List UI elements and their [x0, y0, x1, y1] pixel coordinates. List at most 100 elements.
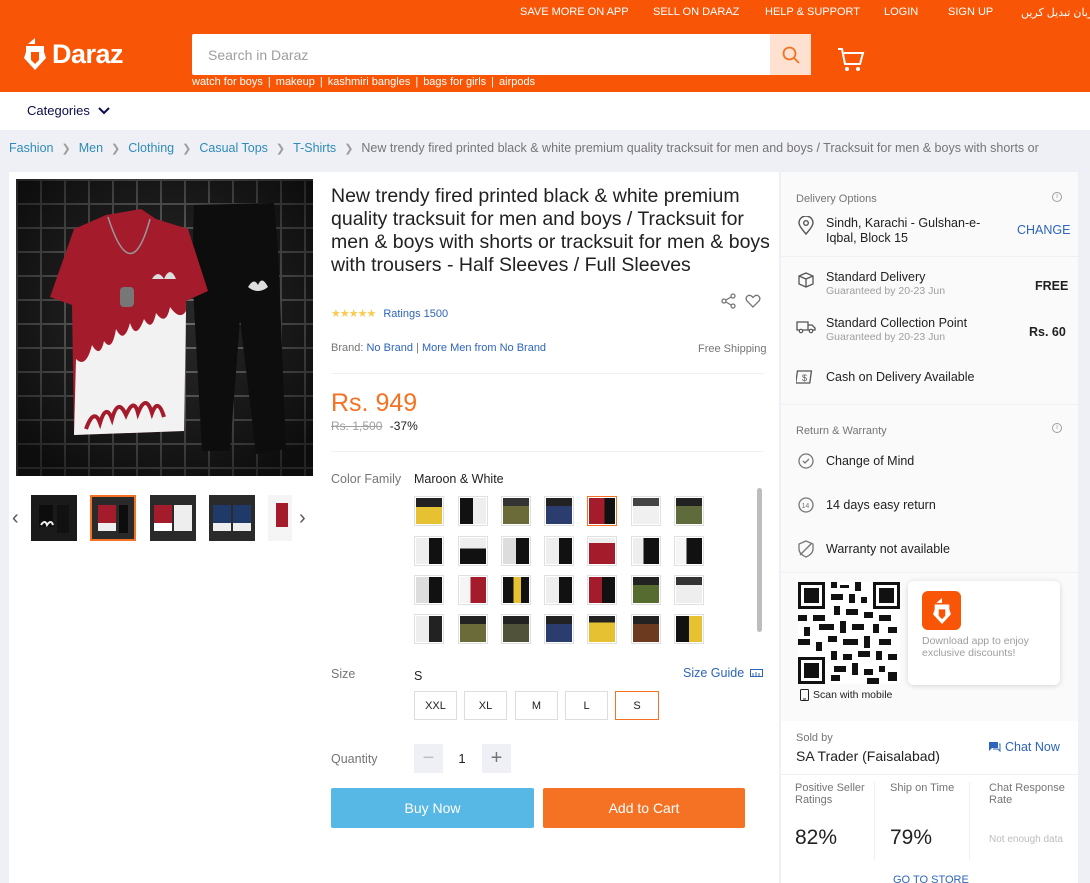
heart-icon[interactable]	[745, 293, 761, 309]
help-support-link[interactable]: HELP & SUPPORT	[765, 6, 860, 18]
original-price: Rs. 1,500	[331, 419, 383, 433]
color-swatch[interactable]	[501, 614, 531, 644]
quantity-decrease-button[interactable]: −	[414, 744, 443, 773]
color-swatch-selected[interactable]	[587, 496, 617, 526]
swatch-scrollbar[interactable]	[757, 488, 762, 632]
trending-link[interactable]: kashmiri bangles	[328, 76, 411, 88]
color-swatch[interactable]	[458, 614, 488, 644]
product-ratings: ★★★★★ Ratings 1500	[331, 307, 448, 321]
login-link[interactable]: LOGIN	[884, 6, 918, 18]
scan-with-mobile: Scan with mobile	[800, 689, 892, 701]
quantity-value[interactable]: 1	[448, 751, 476, 766]
color-swatch[interactable]	[414, 614, 444, 644]
chevron-right-icon: ❯	[182, 142, 192, 155]
color-swatch[interactable]	[587, 536, 617, 566]
color-swatch[interactable]	[674, 496, 704, 526]
size-option[interactable]: M	[515, 691, 558, 720]
color-swatch[interactable]	[674, 575, 704, 605]
info-icon[interactable]: i	[1052, 192, 1062, 202]
ratings-link[interactable]: Ratings 1500	[383, 308, 448, 320]
return-warranty-title: Return & Warranty	[796, 425, 887, 437]
easy-return-row: 14 14 days easy return	[796, 495, 936, 515]
chat-now-button[interactable]: Chat Now	[988, 740, 1060, 754]
color-swatch[interactable]	[501, 575, 531, 605]
quantity-increase-button[interactable]: +	[482, 744, 511, 773]
size-guide-link[interactable]: Size Guide	[683, 666, 764, 680]
color-swatch[interactable]	[501, 496, 531, 526]
signup-link[interactable]: SIGN UP	[948, 6, 993, 18]
thumbnail[interactable]	[150, 495, 196, 541]
color-swatch[interactable]	[458, 536, 488, 566]
size-option[interactable]: XL	[464, 691, 507, 720]
color-swatch[interactable]	[631, 536, 661, 566]
thumbnail[interactable]	[209, 495, 255, 541]
qr-code	[798, 582, 900, 684]
color-swatch[interactable]	[458, 496, 488, 526]
warranty-label: Warranty not available	[826, 542, 950, 556]
refresh-icon	[798, 453, 814, 469]
chevron-left-icon[interactable]: ‹	[12, 507, 19, 530]
color-swatch[interactable]	[501, 536, 531, 566]
size-option-selected[interactable]: S	[615, 691, 659, 720]
thumbnail-selected[interactable]	[90, 495, 136, 541]
daraz-app-icon	[922, 591, 961, 630]
color-swatch[interactable]	[414, 575, 444, 605]
divider	[331, 373, 763, 374]
trending-link[interactable]: bags for girls	[423, 76, 486, 88]
daraz-logo[interactable]: Daraz	[24, 38, 124, 70]
breadcrumb-link[interactable]: Fashion	[9, 141, 53, 155]
breadcrumb-link[interactable]: T-Shirts	[293, 141, 336, 155]
color-swatch[interactable]	[587, 614, 617, 644]
product-photo	[16, 179, 313, 476]
color-swatch[interactable]	[631, 614, 661, 644]
svg-text:14: 14	[802, 503, 810, 510]
size-option[interactable]: L	[565, 691, 608, 720]
change-language-link[interactable]: زبان تبدیل کریں	[1021, 6, 1090, 19]
color-swatch[interactable]	[674, 614, 704, 644]
color-swatch[interactable]	[674, 536, 704, 566]
product-main-image[interactable]	[16, 179, 313, 476]
chevron-right-icon[interactable]: ›	[299, 507, 306, 530]
trending-link[interactable]: makeup	[276, 76, 315, 88]
trending-link[interactable]: airpods	[499, 76, 535, 88]
color-swatch[interactable]	[414, 536, 444, 566]
color-swatch[interactable]	[544, 575, 574, 605]
thumbnail[interactable]	[268, 495, 292, 541]
size-option[interactable]: XXL	[414, 691, 457, 720]
sell-on-daraz-link[interactable]: SELL ON DARAZ	[653, 6, 739, 18]
breadcrumb-link[interactable]: Men	[79, 141, 103, 155]
thumbnail[interactable]	[31, 495, 77, 541]
header-bar: SAVE MORE ON APP SELL ON DARAZ HELP & SU…	[0, 0, 1090, 92]
change-location-link[interactable]: CHANGE	[1017, 223, 1070, 237]
size-value: S	[414, 669, 423, 683]
color-swatch[interactable]	[414, 496, 444, 526]
trending-link[interactable]: watch for boys	[192, 76, 263, 88]
app-download-card[interactable]: Download app to enjoy exclusive discount…	[908, 581, 1060, 685]
color-swatch[interactable]	[631, 496, 661, 526]
cart-icon[interactable]	[836, 44, 866, 74]
info-icon[interactable]: i	[1052, 423, 1062, 433]
seller-name[interactable]: SA Trader (Faisalabad)	[796, 748, 940, 764]
brand-link[interactable]: No Brand	[366, 342, 412, 354]
buy-now-button[interactable]: Buy Now	[331, 788, 534, 828]
color-swatch[interactable]	[587, 575, 617, 605]
add-to-cart-button[interactable]: Add to Cart	[543, 788, 745, 828]
qr-code-image	[798, 582, 900, 684]
go-to-store-link[interactable]: GO TO STORE	[893, 874, 969, 883]
search-button[interactable]	[770, 34, 811, 75]
chevron-right-icon: ❯	[61, 142, 71, 155]
standard-delivery-price: FREE	[1035, 279, 1069, 293]
categories-dropdown[interactable]: Categories	[27, 103, 110, 118]
color-swatch[interactable]	[544, 614, 574, 644]
save-more-on-app-link[interactable]: SAVE MORE ON APP	[520, 6, 629, 18]
easy-return-label: 14 days easy return	[826, 498, 936, 512]
search-input[interactable]	[192, 34, 770, 75]
breadcrumb-link[interactable]: Clothing	[128, 141, 174, 155]
color-swatch[interactable]	[544, 536, 574, 566]
share-icon[interactable]	[721, 293, 737, 309]
breadcrumb-link[interactable]: Casual Tops	[199, 141, 268, 155]
color-swatch[interactable]	[631, 575, 661, 605]
color-swatch[interactable]	[458, 575, 488, 605]
more-from-brand-link[interactable]: More Men from No Brand	[422, 342, 546, 354]
color-swatch[interactable]	[544, 496, 574, 526]
